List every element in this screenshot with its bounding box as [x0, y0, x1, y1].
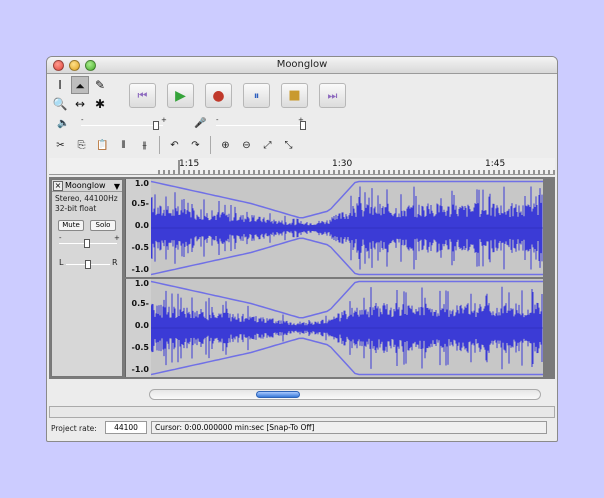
- draw-tool-icon[interactable]: ✎: [91, 76, 109, 94]
- track-format: Stereo, 44100Hz: [55, 194, 118, 203]
- transport-controls: ⏮ ▶ ● ⏸ ■ ⏭: [129, 83, 346, 109]
- skip-to-start-button[interactable]: ⏮: [129, 83, 156, 108]
- track-area: × Moonglow ▼ Stereo, 44100Hz 32-bit floa…: [49, 177, 555, 379]
- skip-end-icon: ⏭: [327, 88, 338, 102]
- track-menu-arrow-icon[interactable]: ▼: [114, 182, 120, 191]
- input-volume: 🎤 - +: [194, 116, 314, 132]
- stop-button[interactable]: ■: [281, 83, 308, 108]
- microphone-icon: 🎤: [194, 118, 207, 129]
- waveform-left[interactable]: [150, 179, 543, 277]
- audacity-window: Moonglow I ⏶ ✎ 🔍 ↔ ✱ ⏮ ▶ ● ⏸ ■ ⏭ 🔈 - + 🎤…: [46, 56, 558, 442]
- output-volume: 🔈 - +: [57, 116, 177, 132]
- ruler-ticks: [158, 160, 555, 174]
- scale-label: 1.0: [134, 179, 149, 188]
- scale-label: 0.5-: [131, 299, 150, 308]
- zoom-out-icon[interactable]: ⊖: [237, 136, 256, 154]
- undo-icon[interactable]: ↶: [165, 136, 184, 154]
- ruler-label: 1:45: [485, 159, 506, 169]
- project-rate-label: Project rate:: [51, 424, 97, 433]
- track-header: × Moonglow ▼: [52, 180, 122, 192]
- right-channel-scale: 1.0 0.5- 0.0 -0.5 -1.0: [125, 279, 151, 377]
- speaker-icon: 🔈: [57, 118, 70, 129]
- skip-to-end-button[interactable]: ⏭: [319, 83, 346, 108]
- cursor-readout: Cursor: 0:00.000000 min:sec [Snap-To Off…: [151, 421, 547, 434]
- fit-selection-icon[interactable]: ⤢: [258, 136, 277, 154]
- left-channel-scale: 1.0 0.5- 0.0 -0.5 -1.0: [125, 179, 151, 277]
- mute-button[interactable]: Mute: [58, 220, 84, 231]
- fit-project-icon[interactable]: ⤡: [279, 136, 298, 154]
- toolbar-separator: [210, 136, 211, 154]
- envelope-tool-icon[interactable]: ⏶: [71, 76, 89, 94]
- zoom-tool-icon[interactable]: 🔍: [51, 95, 69, 113]
- scale-label: 0.0: [134, 321, 149, 330]
- pause-icon: ⏸: [253, 88, 260, 102]
- redo-icon[interactable]: ↷: [186, 136, 205, 154]
- record-icon: ●: [212, 87, 225, 104]
- gain-slider-thumb[interactable]: [84, 239, 90, 248]
- silence-icon[interactable]: ⫵: [135, 136, 154, 154]
- time-shift-tool-icon[interactable]: ↔: [71, 95, 89, 113]
- toolbar-separator: [159, 136, 160, 154]
- scale-label: -0.5: [131, 243, 150, 252]
- output-minus-label: -: [81, 116, 84, 124]
- zoom-in-icon[interactable]: ⊕: [216, 136, 235, 154]
- scale-label: 0.5-: [131, 199, 150, 208]
- input-minus-label: -: [216, 116, 219, 124]
- pan-left-label: L: [59, 258, 64, 267]
- track-control-panel: × Moonglow ▼ Stereo, 44100Hz 32-bit floa…: [51, 179, 123, 377]
- horizontal-scrollbar[interactable]: [149, 389, 541, 400]
- trim-icon[interactable]: ⫴: [114, 136, 133, 154]
- selection-tool-icon[interactable]: I: [51, 76, 69, 94]
- waveform-right-svg: [150, 280, 543, 376]
- edit-toolbar: ✂ ⎘ 📋 ⫴ ⫵ ↶ ↷ ⊕ ⊖ ⤢ ⤡: [51, 136, 298, 156]
- input-slider-thumb[interactable]: [300, 121, 306, 130]
- cut-icon[interactable]: ✂: [51, 136, 70, 154]
- solo-button[interactable]: Solo: [90, 220, 116, 231]
- scale-label: -1.0: [131, 365, 150, 374]
- gain-plus-label: +: [114, 234, 120, 242]
- project-rate-field[interactable]: 44100: [105, 421, 147, 434]
- play-icon: ▶: [175, 87, 186, 104]
- status-area: [49, 406, 555, 418]
- scale-label: 0.0: [134, 221, 149, 230]
- footer-bar: Project rate: 44100 Cursor: 0:00.000000 …: [49, 421, 555, 437]
- track-bits: 32-bit float: [55, 204, 97, 213]
- gain-minus-label: -: [59, 234, 62, 242]
- track-name[interactable]: Moonglow: [65, 181, 106, 190]
- scale-label: -0.5: [131, 343, 150, 352]
- output-slider-thumb[interactable]: [153, 121, 159, 130]
- timeline-ruler[interactable]: 1:15 1:30 1:45: [49, 158, 555, 175]
- play-button[interactable]: ▶: [167, 83, 194, 108]
- ruler-label: 1:30: [332, 159, 353, 169]
- output-slider-track[interactable]: [81, 125, 163, 126]
- ruler-label: 1:15: [179, 159, 200, 169]
- scrollbar-thumb[interactable]: [256, 391, 300, 398]
- toolbox: I ⏶ ✎ 🔍 ↔ ✱: [51, 76, 113, 114]
- copy-icon[interactable]: ⎘: [72, 136, 91, 154]
- pause-button[interactable]: ⏸: [243, 83, 270, 108]
- title-bar: Moonglow: [47, 57, 557, 74]
- multi-tool-icon[interactable]: ✱: [91, 95, 109, 113]
- stop-icon: ■: [288, 88, 301, 103]
- pan-slider-thumb[interactable]: [85, 260, 91, 269]
- input-slider-track[interactable]: [216, 125, 302, 126]
- waveform-right[interactable]: [150, 279, 543, 377]
- record-button[interactable]: ●: [205, 83, 232, 108]
- output-plus-label: +: [161, 116, 167, 124]
- scale-label: -1.0: [131, 265, 150, 274]
- waveform-left-svg: [150, 180, 543, 276]
- window-title: Moonglow: [276, 59, 328, 70]
- scale-label: 1.0: [134, 279, 149, 288]
- paste-icon[interactable]: 📋: [93, 136, 112, 154]
- pan-right-label: R: [112, 258, 118, 267]
- skip-start-icon: ⏮: [137, 88, 148, 102]
- track-close-icon[interactable]: ×: [53, 181, 63, 191]
